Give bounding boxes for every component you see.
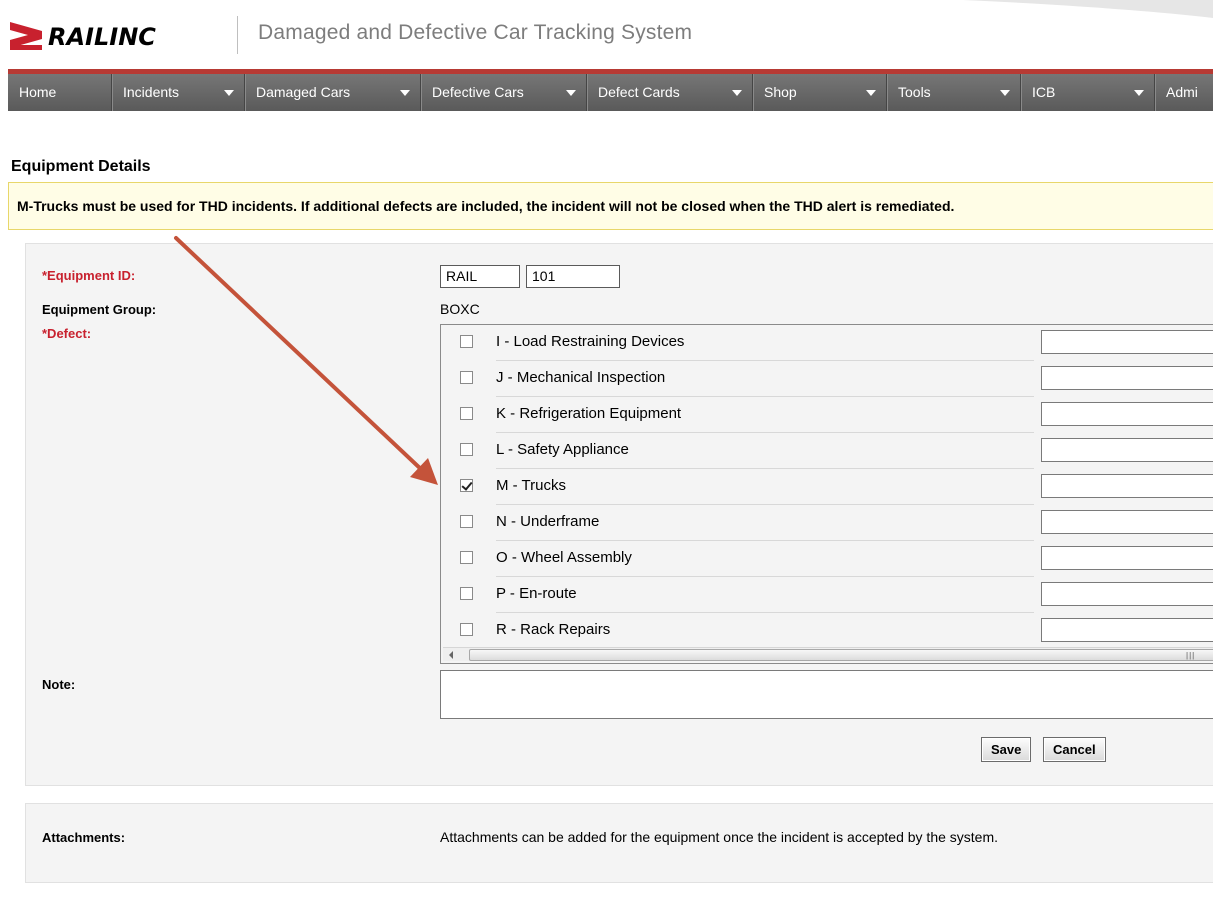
equipment-initial-input[interactable]: RAIL [440, 265, 520, 288]
defect-row-input[interactable] [1041, 510, 1213, 534]
page-header: RAILINC Damaged and Defective Car Tracki… [0, 0, 1213, 70]
chevron-down-icon [866, 90, 876, 96]
grip-icon: ||| [1186, 651, 1196, 660]
nav-defect-cards-label: Defect Cards [598, 84, 680, 100]
nav-icb-label: ICB [1032, 84, 1056, 100]
attachments-label: Attachments: [42, 830, 126, 845]
nav-incidents-label: Incidents [123, 84, 180, 100]
logo-divider [237, 16, 238, 54]
cancel-button[interactable]: Cancel [1043, 737, 1106, 762]
equipment-group-value: BOXC [440, 301, 480, 317]
chevron-down-icon [224, 90, 234, 96]
defect-row: K - Refrigeration Equipment [441, 398, 1213, 434]
nav-defective-cars-label: Defective Cars [432, 84, 524, 100]
nav-icb[interactable]: ICB [1021, 74, 1155, 111]
chevron-down-icon [732, 90, 742, 96]
nav-defective-cars[interactable]: Defective Cars [421, 74, 587, 111]
equipment-id-label: *Equipment ID: [42, 268, 136, 283]
defect-row-label: J - Mechanical Inspection [496, 362, 1034, 397]
defect-row-label: O - Wheel Assembly [496, 542, 1034, 577]
defect-row-input[interactable] [1041, 438, 1213, 462]
defect-checkbox[interactable] [460, 623, 473, 636]
nav-tools-label: Tools [898, 84, 931, 100]
chevron-down-icon [1134, 90, 1144, 96]
defect-row-label: R - Rack Repairs [496, 614, 1034, 649]
defect-row: M - Trucks [441, 470, 1213, 506]
chevron-down-icon [566, 90, 576, 96]
defect-row-label: I - Load Restraining Devices [496, 326, 1034, 361]
nav-admin-label: Admi [1166, 84, 1198, 100]
defect-row: I - Load Restraining Devices [441, 326, 1213, 362]
defect-row-input[interactable] [1041, 330, 1213, 354]
nav-home[interactable]: Home [8, 74, 112, 111]
nav-defect-cards[interactable]: Defect Cards [587, 74, 753, 111]
defect-row: J - Mechanical Inspection [441, 362, 1213, 398]
defect-row-label: N - Underframe [496, 506, 1034, 541]
scroll-left-arrow-icon[interactable] [449, 651, 453, 659]
defect-checkbox[interactable] [460, 515, 473, 528]
scrollbar-thumb[interactable]: ||| [469, 649, 1213, 661]
defect-row-label: P - En-route [496, 578, 1034, 613]
defect-row: O - Wheel Assembly [441, 542, 1213, 578]
defect-row-input[interactable] [1041, 474, 1213, 498]
defect-label: *Defect: [42, 326, 92, 341]
app-title: Damaged and Defective Car Tracking Syste… [258, 21, 693, 44]
defect-row-input[interactable] [1041, 366, 1213, 390]
nav-damaged-cars[interactable]: Damaged Cars [245, 74, 421, 111]
note-textarea[interactable] [440, 670, 1213, 719]
nav-incidents[interactable]: Incidents [112, 74, 245, 111]
main-nav: Home Incidents Damaged Cars Defective Ca… [8, 69, 1213, 111]
thd-alert-message: M-Trucks must be used for THD incidents.… [8, 182, 1213, 230]
nav-tools[interactable]: Tools [887, 74, 1021, 111]
defect-checkbox[interactable] [460, 335, 473, 348]
note-label: Note: [42, 677, 76, 692]
nav-damaged-cars-label: Damaged Cars [256, 84, 351, 100]
defect-row-label: L - Safety Appliance [496, 434, 1034, 469]
defect-checkbox[interactable] [460, 407, 473, 420]
defect-row-input[interactable] [1041, 402, 1213, 426]
brand-text: RAILINC [48, 23, 156, 51]
nav-shop[interactable]: Shop [753, 74, 887, 111]
nav-admin[interactable]: Admi [1155, 74, 1213, 111]
nav-shop-label: Shop [764, 84, 797, 100]
horizontal-scrollbar[interactable]: ||| [443, 647, 1213, 661]
defect-checkbox[interactable] [460, 443, 473, 456]
defect-row: L - Safety Appliance [441, 434, 1213, 470]
defect-checkbox[interactable] [460, 371, 473, 384]
save-button[interactable]: Save [981, 737, 1032, 762]
defect-row: R - Rack Repairs [441, 614, 1213, 650]
defect-row-input[interactable] [1041, 618, 1213, 642]
defect-row-label: K - Refrigeration Equipment [496, 398, 1034, 433]
attachments-info-text: Attachments can be added for the equipme… [440, 829, 999, 845]
section-title: Equipment Details [11, 158, 151, 175]
defect-checkbox[interactable] [460, 587, 473, 600]
chevron-down-icon [1000, 90, 1010, 96]
defect-row-input[interactable] [1041, 582, 1213, 606]
defect-row-input[interactable] [1041, 546, 1213, 570]
defect-row: N - Underframe [441, 506, 1213, 542]
defect-list[interactable]: I - Load Restraining Devices J - Mechani… [440, 324, 1213, 664]
defect-checkbox[interactable] [460, 551, 473, 564]
railinc-logo: RAILINC [10, 22, 156, 51]
chevron-down-icon [400, 90, 410, 96]
header-swoosh-decoration [963, 0, 1213, 18]
defect-row: P - En-route [441, 578, 1213, 614]
equipment-number-input[interactable]: 101 [526, 265, 620, 288]
nav-home-label: Home [19, 84, 57, 100]
defect-row-label: M - Trucks [496, 470, 1034, 505]
equipment-group-label: Equipment Group: [42, 302, 157, 317]
defect-checkbox[interactable] [460, 479, 473, 492]
